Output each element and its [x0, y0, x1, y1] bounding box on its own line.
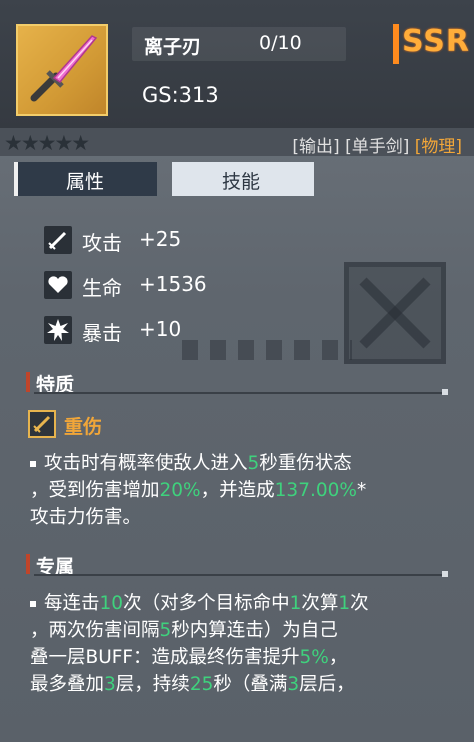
exclusive-number: 25 — [189, 674, 214, 695]
sword-icon — [30, 35, 98, 102]
exclusive-text: 层，持续 — [115, 674, 190, 695]
trait-number: 137.00% — [274, 480, 357, 501]
tab-skills-label: 技能 — [222, 171, 261, 193]
section-marker — [26, 372, 30, 392]
trait-name: 重伤 — [64, 416, 103, 438]
exclusive-number: 3 — [104, 674, 116, 695]
trait-description: 攻击时有概率使敌人进入5秒重伤状态 ，受到伤害增加20%，并造成137.00%*… — [30, 450, 460, 531]
bullet — [30, 601, 36, 607]
item-tags: [输出] [单手剑] [物理] — [292, 132, 462, 157]
tag-one-hand-sword: [单手剑] — [345, 137, 410, 157]
exclusive-text: 次（对多个目标命中 — [123, 593, 290, 614]
decorative-stripes — [182, 340, 352, 360]
item-count: 0/10 — [259, 32, 302, 54]
exclusive-text: 每连击 — [44, 593, 100, 614]
item-name: 离子刃 — [144, 36, 202, 58]
attack-icon — [44, 226, 72, 254]
weapon-icon[interactable] — [16, 24, 108, 116]
star-rating: ★★★★★ — [4, 131, 90, 155]
exclusive-text: ，两次伤害间隔 — [30, 620, 160, 641]
exclusive-description: 每连击10次（对多个目标命中1次算1次 ，两次伤害间隔5秒内算连击）为自己 叠一… — [30, 590, 460, 698]
heart-icon — [44, 271, 72, 299]
stat-health-value: +1536 — [139, 272, 207, 296]
stat-attack-value: +25 — [139, 227, 182, 251]
exclusive-text: 秒（叠满 — [213, 674, 288, 695]
tag-output: [输出] — [292, 137, 340, 157]
exclusive-number: 1 — [289, 593, 302, 614]
stat-crit-label: 暴击 — [82, 321, 122, 345]
exclusive-text: 最多叠加 — [30, 674, 105, 695]
stars-row: ★★★★★ [输出] [单手剑] [物理] — [0, 128, 474, 157]
crossed-swords-icon — [359, 277, 431, 349]
item-detail-card: 离子刃 0/10 GS:313 SSR ★★★★★ [输出] [单手剑] [物理… — [0, 0, 474, 742]
stat-crit-value: +10 — [139, 317, 182, 341]
exclusive-number: 3 — [287, 674, 300, 695]
bullet — [30, 461, 36, 467]
trait-number: 20% — [159, 480, 201, 501]
tab-skills[interactable]: 技能 — [172, 162, 314, 196]
rarity-text: SSR — [402, 24, 470, 59]
tab-attributes-label: 属性 — [66, 171, 105, 193]
weapon-emblem — [344, 262, 446, 364]
exclusive-number: 5 — [159, 620, 172, 641]
exclusive-text: 次 — [350, 593, 369, 614]
trait-text: ，受到伤害增加 — [30, 480, 160, 501]
section-divider — [34, 389, 448, 395]
trait-icon — [28, 410, 56, 438]
rarity-bar — [393, 24, 399, 64]
trait-text: 攻击力伤害。 — [30, 507, 142, 528]
tab-attributes[interactable]: 属性 — [14, 162, 157, 196]
exclusive-number: 1 — [338, 593, 351, 614]
trait-number: 5 — [247, 453, 260, 474]
trait-text: 攻击时有概率使敌人进入 — [44, 453, 248, 474]
item-header: 离子刃 0/10 GS:313 SSR — [0, 0, 474, 128]
trait-text: 秒重伤状态 — [259, 453, 352, 474]
exclusive-text: 叠一层BUFF：造成最终伤害提升 — [30, 647, 300, 668]
exclusive-text: ， — [328, 647, 348, 668]
stat-health-label: 生命 — [82, 276, 122, 300]
trait-text: ，并造成 — [200, 480, 275, 501]
exclusive-text: 秒内算连击）为自己 — [171, 620, 338, 641]
gear-score: GS:313 — [142, 83, 219, 107]
tag-physical: [物理] — [414, 137, 462, 157]
stat-attack-label: 攻击 — [82, 231, 122, 255]
rarity-badge: SSR — [393, 24, 469, 64]
trait-text: * — [356, 480, 367, 501]
section-divider — [34, 571, 448, 577]
exclusive-number: 10 — [99, 593, 124, 614]
burst-icon — [44, 316, 72, 344]
exclusive-text: 层后， — [299, 674, 355, 695]
exclusive-text: 次算 — [301, 593, 339, 614]
exclusive-number: 5% — [299, 647, 329, 668]
section-marker — [26, 554, 30, 574]
